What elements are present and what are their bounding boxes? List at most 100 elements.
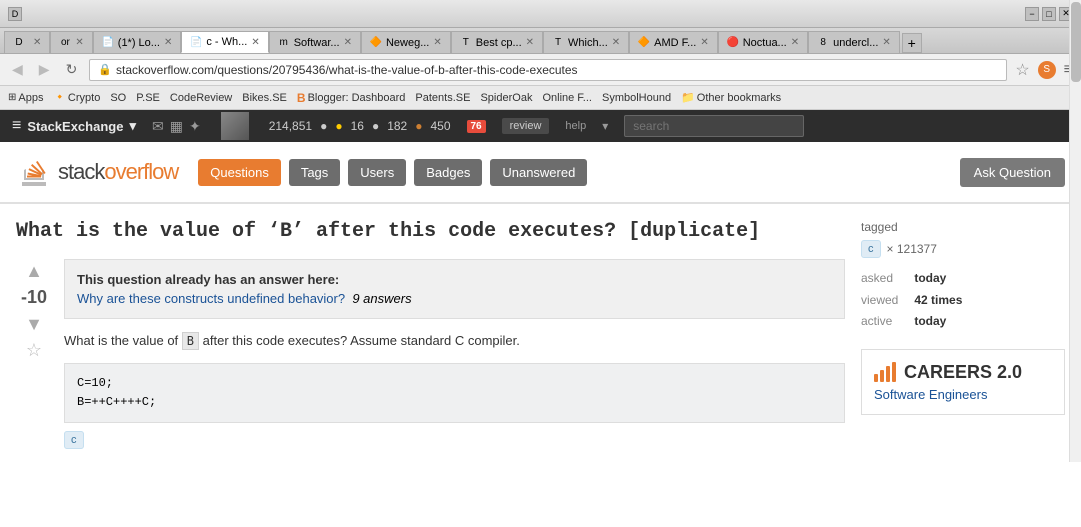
- tab-close-icon[interactable]: ✕: [882, 37, 890, 48]
- tab-close-icon[interactable]: ✕: [526, 37, 534, 48]
- bookmarks-bar: ⊞ Apps 🔸 Crypto SO P.SE CodeReview Bikes…: [0, 86, 1081, 110]
- asked-label: asked: [861, 268, 911, 290]
- viewed-value: 42 times: [914, 293, 962, 307]
- tab-close-icon[interactable]: ✕: [344, 37, 352, 48]
- bookmark-label: P.SE: [136, 92, 160, 104]
- bookmark-bikes[interactable]: Bikes.SE: [242, 92, 287, 104]
- tab-favicon: or: [59, 37, 71, 49]
- tab-8[interactable]: T Which... ✕: [543, 31, 629, 53]
- bookmark-spideroak[interactable]: SpiderOak: [480, 92, 532, 104]
- bookmark-label: Bikes.SE: [242, 92, 287, 104]
- question-title: What is the value of ‘B’ after this code…: [16, 220, 845, 243]
- tab-3[interactable]: 📄 (1*) Lo... ✕: [93, 31, 182, 53]
- tab-5[interactable]: m Softwar... ✕: [269, 31, 361, 53]
- bookmark-online[interactable]: Online F...: [542, 92, 592, 104]
- lock-icon: 🔒: [98, 63, 112, 76]
- tab-close-icon[interactable]: ✕: [791, 37, 799, 48]
- bookmark-label: Patents.SE: [415, 92, 470, 104]
- ask-question-button[interactable]: Ask Question: [960, 158, 1065, 187]
- bookmark-label: SpiderOak: [480, 92, 532, 104]
- vote-down-button[interactable]: ▼: [19, 312, 49, 336]
- refresh-button[interactable]: ↻: [62, 59, 82, 80]
- tab-1[interactable]: D ✕: [4, 31, 50, 53]
- tags-nav-btn[interactable]: Tags: [289, 159, 340, 186]
- badge-bronze-count: 450: [430, 119, 450, 133]
- tab-close-icon[interactable]: ✕: [251, 37, 259, 48]
- search-engine-icon: S: [1038, 61, 1056, 79]
- bookmark-pse[interactable]: P.SE: [136, 92, 160, 104]
- tab-10[interactable]: 🔴 Noctua... ✕: [718, 31, 808, 53]
- bookmark-blogger[interactable]: B Blogger: Dashboard: [297, 91, 406, 105]
- crypto-icon: 🔸: [53, 92, 65, 103]
- tab-bar: D ✕ or ✕ 📄 (1*) Lo... ✕ 📄 c - Wh... ✕ m …: [0, 28, 1081, 54]
- question-main: What is the value of ‘B’ after this code…: [16, 220, 845, 446]
- bookmark-patents[interactable]: Patents.SE: [415, 92, 470, 104]
- tab-9[interactable]: 🔶 AMD F... ✕: [629, 31, 718, 53]
- folder-icon: 📁: [681, 91, 695, 104]
- tag-c[interactable]: c: [64, 431, 84, 449]
- asked-value: today: [914, 271, 946, 285]
- se-search-input[interactable]: [624, 115, 804, 137]
- new-tab-button[interactable]: +: [902, 33, 922, 53]
- bookmark-symbolhound[interactable]: SymbolHound: [602, 92, 671, 104]
- user-avatar[interactable]: [221, 112, 249, 140]
- sidebar-tag-c[interactable]: c: [861, 240, 881, 258]
- bookmark-so[interactable]: SO: [110, 92, 126, 104]
- bookmark-crypto[interactable]: 🔸 Crypto: [53, 92, 100, 104]
- duplicate-link[interactable]: Why are these constructs undefined behav…: [77, 291, 345, 306]
- tab-11[interactable]: 8 undercl... ✕: [808, 31, 900, 53]
- address-input[interactable]: 🔒 stackoverflow.com/questions/20795436/w…: [89, 59, 1007, 81]
- bookmark-label: SO: [110, 92, 126, 104]
- tab-close-icon[interactable]: ✕: [75, 37, 83, 48]
- tab-6[interactable]: 🔶 Neweg... ✕: [361, 31, 451, 53]
- careers-bar-2: [880, 370, 884, 382]
- bookmark-apps[interactable]: ⊞ Apps: [8, 92, 43, 104]
- inbox-count-badge[interactable]: 76: [467, 120, 486, 133]
- sidebar-meta: asked today viewed 42 times active today: [861, 268, 1065, 333]
- users-nav-btn[interactable]: Users: [348, 159, 406, 186]
- tab-close-icon[interactable]: ✕: [700, 37, 708, 48]
- careers-box[interactable]: CAREERS 2.0 Software Engineers: [861, 349, 1065, 415]
- scrollbar-thumb[interactable]: [1071, 2, 1081, 82]
- se-logo-icon: ≡: [12, 117, 21, 135]
- help-link[interactable]: help: [565, 120, 586, 132]
- careers-header: CAREERS 2.0: [874, 362, 1052, 383]
- se-logo[interactable]: ≡ StackExchange ▾: [12, 117, 136, 135]
- forward-button[interactable]: ▶: [35, 59, 54, 80]
- review-link[interactable]: review: [502, 118, 550, 134]
- minimize-button[interactable]: −: [1025, 7, 1039, 21]
- maximize-button[interactable]: □: [1042, 7, 1056, 21]
- bookmark-other[interactable]: 📁 Other bookmarks: [681, 91, 781, 104]
- browser-titlebar: D − □ ✕: [0, 0, 1081, 28]
- so-logo-icon: [16, 154, 52, 190]
- tab-favicon: 🔴: [727, 37, 739, 49]
- bookmark-label: Other bookmarks: [697, 92, 781, 104]
- tab-close-icon[interactable]: ✕: [433, 37, 441, 48]
- bookmark-label: CodeReview: [170, 92, 232, 104]
- back-button[interactable]: ◀: [8, 59, 27, 80]
- unanswered-nav-btn[interactable]: Unanswered: [490, 159, 587, 186]
- bookmark-label: SymbolHound: [602, 92, 671, 104]
- questions-nav-btn[interactable]: Questions: [198, 159, 281, 186]
- vote-up-button[interactable]: ▲: [19, 259, 49, 283]
- tab-2[interactable]: or ✕: [50, 31, 92, 53]
- active-label: active: [861, 311, 911, 333]
- code-block: C=10; B=++C++++C;: [64, 363, 845, 423]
- scrollbar[interactable]: [1069, 0, 1081, 462]
- careers-bar-3: [886, 366, 890, 382]
- bookmark-codereview[interactable]: CodeReview: [170, 92, 232, 104]
- tab-close-icon[interactable]: ✕: [612, 37, 620, 48]
- so-logo[interactable]: stackoverflow: [16, 154, 178, 190]
- badges-nav-btn[interactable]: Badges: [414, 159, 482, 186]
- se-icons: ✉ ▦ ✦: [152, 118, 201, 135]
- chart-icon[interactable]: ▦: [170, 118, 183, 135]
- snowflake-icon[interactable]: ✦: [189, 118, 201, 135]
- tab-close-icon[interactable]: ✕: [164, 37, 172, 48]
- tab-4-active[interactable]: 📄 c - Wh... ✕: [181, 31, 268, 53]
- favorite-button[interactable]: ☆: [26, 340, 42, 361]
- tab-7[interactable]: T Best cp... ✕: [451, 31, 543, 53]
- envelope-icon[interactable]: ✉: [152, 118, 164, 135]
- bookmark-star-icon[interactable]: ☆: [1015, 60, 1029, 80]
- so-top-nav-wrapper: stackoverflow Questions Tags Users Badge…: [0, 142, 1081, 204]
- tab-close-icon[interactable]: ✕: [33, 37, 41, 48]
